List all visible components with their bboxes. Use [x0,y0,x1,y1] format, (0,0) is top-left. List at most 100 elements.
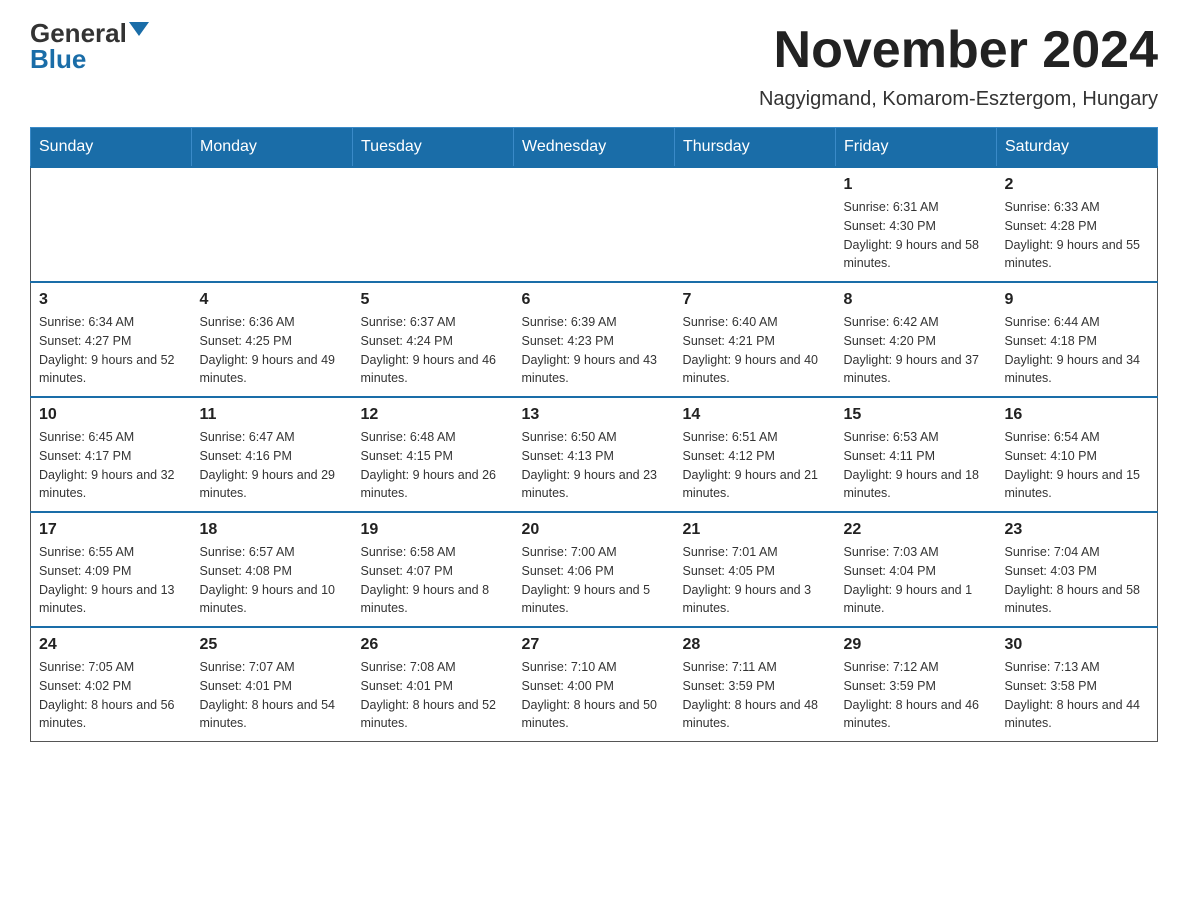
day-number: 15 [844,406,989,424]
calendar-cell: 30 Sunrise: 7:13 AMSunset: 3:58 PMDayligh… [997,627,1158,742]
logo-triangle-icon [129,22,149,36]
day-number: 24 [39,636,184,654]
day-info: Sunrise: 7:11 AMSunset: 3:59 PMDaylight:… [683,658,828,733]
day-number: 16 [1005,406,1150,424]
day-info: Sunrise: 6:51 AMSunset: 4:12 PMDaylight:… [683,428,828,503]
day-number: 10 [39,406,184,424]
day-info: Sunrise: 6:31 AMSunset: 4:30 PMDaylight:… [844,198,989,273]
day-number: 18 [200,521,345,539]
calendar-cell: 3 Sunrise: 6:34 AMSunset: 4:27 PMDaylight… [31,282,192,397]
day-number: 26 [361,636,506,654]
logo-general: General [30,20,127,46]
weekday-row: SundayMondayTuesdayWednesdayThursdayFrid… [31,128,1158,168]
day-number: 20 [522,521,667,539]
day-number: 13 [522,406,667,424]
day-number: 2 [1005,176,1150,194]
calendar-cell: 13Sunrise: 6:50 AMSunset: 4:13 PMDayligh… [514,397,675,512]
calendar-cell: 4 Sunrise: 6:36 AMSunset: 4:25 PMDaylight… [192,282,353,397]
calendar-header: SundayMondayTuesdayWednesdayThursdayFrid… [31,128,1158,168]
calendar-cell: 20 Sunrise: 7:00 AMSunset: 4:06 PMDayligh… [514,512,675,627]
day-info: Sunrise: 7:13 AMSunset: 3:58 PMDaylight:… [1005,658,1150,733]
calendar-cell: 5Sunrise: 6:37 AMSunset: 4:24 PMDaylight… [353,282,514,397]
day-number: 23 [1005,521,1150,539]
day-info: Sunrise: 6:48 AMSunset: 4:15 PMDaylight:… [361,428,506,503]
weekday-tuesday: Tuesday [353,128,514,168]
day-info: Sunrise: 6:34 AMSunset: 4:27 PMDaylight:… [39,313,184,388]
day-info: Sunrise: 7:05 AMSunset: 4:02 PMDaylight:… [39,658,184,733]
title-block: November 2024 [774,20,1158,80]
day-info: Sunrise: 7:08 AMSunset: 4:01 PMDaylight:… [361,658,506,733]
day-info: Sunrise: 6:36 AMSunset: 4:25 PMDaylight:… [200,313,345,388]
day-info: Sunrise: 6:57 AMSunset: 4:08 PMDaylight:… [200,543,345,618]
day-number: 22 [844,521,989,539]
logo: General Blue [30,20,149,72]
calendar-cell: 18 Sunrise: 6:57 AMSunset: 4:08 PMDayligh… [192,512,353,627]
calendar-cell: 7Sunrise: 6:40 AMSunset: 4:21 PMDaylight… [675,282,836,397]
calendar-cell: 8 Sunrise: 6:42 AMSunset: 4:20 PMDaylight… [836,282,997,397]
day-info: Sunrise: 7:12 AMSunset: 3:59 PMDaylight:… [844,658,989,733]
day-number: 21 [683,521,828,539]
day-number: 14 [683,406,828,424]
calendar-cell: 27Sunrise: 7:10 AMSunset: 4:00 PMDayligh… [514,627,675,742]
calendar-cell: 14 Sunrise: 6:51 AMSunset: 4:12 PMDayligh… [675,397,836,512]
day-info: Sunrise: 7:01 AMSunset: 4:05 PMDaylight:… [683,543,828,618]
calendar-cell [353,167,514,282]
week-row-4: 17Sunrise: 6:55 AMSunset: 4:09 PMDayligh… [31,512,1158,627]
day-number: 8 [844,291,989,309]
week-row-2: 3 Sunrise: 6:34 AMSunset: 4:27 PMDaylight… [31,282,1158,397]
calendar-cell: 11 Sunrise: 6:47 AMSunset: 4:16 PMDayligh… [192,397,353,512]
weekday-saturday: Saturday [997,128,1158,168]
day-number: 7 [683,291,828,309]
day-info: Sunrise: 6:58 AMSunset: 4:07 PMDaylight:… [361,543,506,618]
day-info: Sunrise: 6:47 AMSunset: 4:16 PMDaylight:… [200,428,345,503]
calendar-cell: 28 Sunrise: 7:11 AMSunset: 3:59 PMDayligh… [675,627,836,742]
calendar-cell: 19Sunrise: 6:58 AMSunset: 4:07 PMDayligh… [353,512,514,627]
day-info: Sunrise: 6:42 AMSunset: 4:20 PMDaylight:… [844,313,989,388]
calendar-cell: 23 Sunrise: 7:04 AMSunset: 4:03 PMDayligh… [997,512,1158,627]
calendar-cell: 6Sunrise: 6:39 AMSunset: 4:23 PMDaylight… [514,282,675,397]
day-info: Sunrise: 7:10 AMSunset: 4:00 PMDaylight:… [522,658,667,733]
day-info: Sunrise: 7:00 AMSunset: 4:06 PMDaylight:… [522,543,667,618]
calendar-cell: 29 Sunrise: 7:12 AMSunset: 3:59 PMDayligh… [836,627,997,742]
calendar-cell: 24 Sunrise: 7:05 AMSunset: 4:02 PMDayligh… [31,627,192,742]
subtitle: Nagyigmand, Komarom-Esztergom, Hungary [30,88,1158,111]
day-info: Sunrise: 6:55 AMSunset: 4:09 PMDaylight:… [39,543,184,618]
week-row-3: 10 Sunrise: 6:45 AMSunset: 4:17 PMDayligh… [31,397,1158,512]
weekday-monday: Monday [192,128,353,168]
day-number: 11 [200,406,345,424]
day-info: Sunrise: 7:03 AMSunset: 4:04 PMDaylight:… [844,543,989,618]
calendar-body: 1 Sunrise: 6:31 AMSunset: 4:30 PMDaylight… [31,167,1158,742]
calendar-cell: 1 Sunrise: 6:31 AMSunset: 4:30 PMDaylight… [836,167,997,282]
calendar-cell: 17Sunrise: 6:55 AMSunset: 4:09 PMDayligh… [31,512,192,627]
calendar-cell: 10 Sunrise: 6:45 AMSunset: 4:17 PMDayligh… [31,397,192,512]
logo-blue: Blue [30,46,86,72]
header: General Blue November 2024 [30,20,1158,80]
calendar-cell: 9Sunrise: 6:44 AMSunset: 4:18 PMDaylight… [997,282,1158,397]
day-info: Sunrise: 7:04 AMSunset: 4:03 PMDaylight:… [1005,543,1150,618]
calendar-cell [31,167,192,282]
day-info: Sunrise: 7:07 AMSunset: 4:01 PMDaylight:… [200,658,345,733]
calendar-cell: 22 Sunrise: 7:03 AMSunset: 4:04 PMDayligh… [836,512,997,627]
page-title: November 2024 [774,20,1158,80]
weekday-sunday: Sunday [31,128,192,168]
calendar-cell: 25Sunrise: 7:07 AMSunset: 4:01 PMDayligh… [192,627,353,742]
weekday-wednesday: Wednesday [514,128,675,168]
day-number: 6 [522,291,667,309]
day-number: 9 [1005,291,1150,309]
weekday-thursday: Thursday [675,128,836,168]
day-number: 29 [844,636,989,654]
day-number: 28 [683,636,828,654]
calendar-cell [514,167,675,282]
calendar-cell [192,167,353,282]
day-number: 4 [200,291,345,309]
week-row-5: 24 Sunrise: 7:05 AMSunset: 4:02 PMDayligh… [31,627,1158,742]
weekday-friday: Friday [836,128,997,168]
calendar-cell: 16 Sunrise: 6:54 AMSunset: 4:10 PMDayligh… [997,397,1158,512]
day-number: 30 [1005,636,1150,654]
day-number: 1 [844,176,989,194]
day-number: 3 [39,291,184,309]
day-info: Sunrise: 6:45 AMSunset: 4:17 PMDaylight:… [39,428,184,503]
calendar-cell: 2Sunrise: 6:33 AMSunset: 4:28 PMDaylight… [997,167,1158,282]
day-number: 5 [361,291,506,309]
day-info: Sunrise: 6:54 AMSunset: 4:10 PMDaylight:… [1005,428,1150,503]
